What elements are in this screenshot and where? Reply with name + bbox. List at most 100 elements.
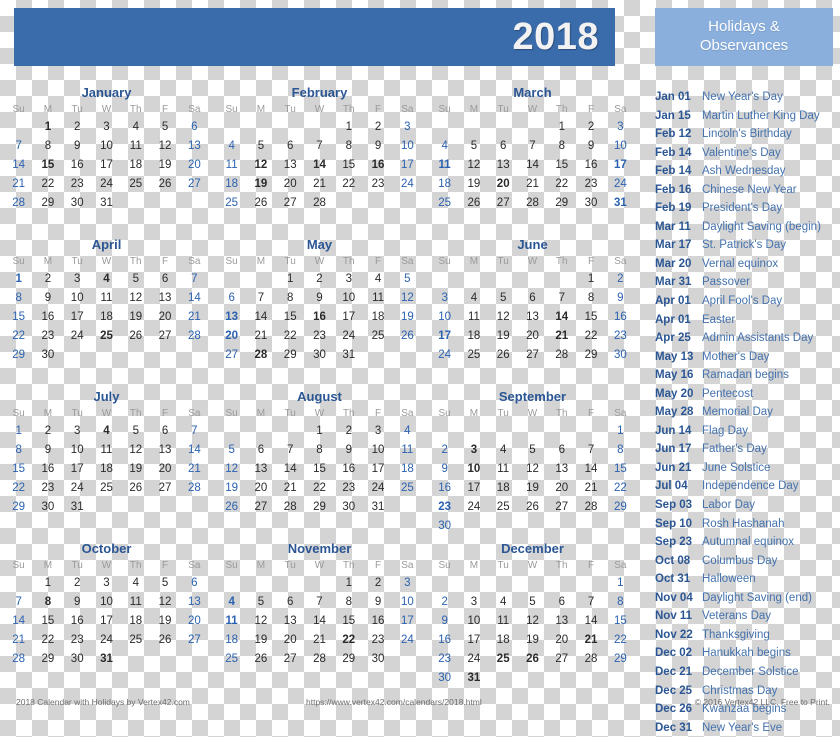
- day-cell: 31: [613, 196, 627, 209]
- day-cell: 15: [342, 158, 356, 171]
- day-cell: 8: [617, 595, 624, 608]
- day-cell: 30: [41, 348, 55, 361]
- day-cell: 9: [587, 139, 595, 152]
- day-cell: 28: [584, 652, 598, 665]
- weekday-header-sa: Sa: [614, 408, 627, 419]
- day-cell: 23: [41, 481, 55, 494]
- day-cell-empty: [459, 117, 488, 136]
- day-cell-empty: [547, 421, 576, 440]
- holiday-date: Jul 04: [655, 480, 688, 493]
- day-cell-empty: [217, 117, 246, 136]
- week-row: 1 2 3 4 5: [217, 269, 422, 288]
- day-cell: 18: [438, 177, 452, 190]
- day-cell: 21: [584, 633, 598, 646]
- week-row: 20 21 22 23 24 25 26: [217, 326, 422, 345]
- day-cell: 27: [496, 196, 510, 209]
- day-cell: 3: [404, 120, 411, 133]
- holiday-list-item: Mar 17 St. Patrick's Day: [655, 236, 840, 255]
- day-cell-empty: [246, 421, 275, 440]
- week-row: 13 14 15 16 17 18 19: [217, 307, 422, 326]
- week-row: 14 15 16 17 18 19 20: [4, 611, 209, 630]
- day-cell: 23: [371, 633, 385, 646]
- day-cell: 29: [12, 348, 26, 361]
- day-cell: 13: [283, 614, 297, 627]
- week-row: 23 24 25 26 27 28 29: [430, 649, 635, 668]
- day-cell: 10: [400, 139, 414, 152]
- day-cell: 10: [371, 443, 385, 456]
- day-cell: 7: [287, 443, 294, 456]
- weekday-header-tu: Tu: [71, 560, 83, 571]
- day-cell: 23: [342, 481, 356, 494]
- day-cell: 6: [228, 291, 235, 304]
- weekday-header-sa: Sa: [188, 104, 201, 115]
- day-cell: 8: [345, 595, 352, 608]
- day-cell: 15: [555, 158, 569, 171]
- day-cell: 14: [187, 291, 201, 304]
- week-row: 16 17 18 19 20 21 22: [430, 478, 635, 497]
- weekday-header-row: Su M Tu W Th F Sa: [4, 102, 209, 117]
- day-cell: 18: [100, 310, 113, 323]
- day-cell: 24: [342, 329, 356, 342]
- day-cell: 28: [187, 329, 201, 342]
- day-cell: 5: [132, 424, 139, 437]
- footer-source-url[interactable]: https://www.vertex42.com/calendars/2018.…: [306, 697, 482, 707]
- weekday-header-f: F: [587, 104, 595, 115]
- day-cell: 23: [438, 500, 452, 513]
- weekday-header-w: W: [527, 104, 538, 115]
- day-cell: 1: [287, 272, 294, 285]
- day-cell: 13: [158, 291, 172, 304]
- holiday-list-item: Jun 21 June Solstice: [655, 459, 840, 478]
- day-cell: 24: [100, 633, 113, 646]
- calendar-page: 2018 Holidays & Observances January Su M Tu…: [0, 0, 840, 734]
- day-cell: 15: [12, 462, 26, 475]
- day-cell: 26: [254, 196, 268, 209]
- day-cell: 25: [496, 652, 510, 665]
- weekday-header-m: M: [469, 408, 479, 419]
- day-cell: 19: [158, 158, 172, 171]
- holiday-date: Apr 01: [655, 295, 691, 308]
- day-cell: 16: [613, 310, 627, 323]
- day-cell: 26: [467, 196, 481, 209]
- day-cell: 17: [100, 614, 113, 627]
- holiday-list-item: May 20 Pentecost: [655, 385, 840, 404]
- holiday-name: Chinese New Year: [702, 183, 797, 196]
- month-day-grid: Su M Tu W Th F Sa 1 2 3 4 5 6 7 8 9 10 11 12 13 14 15 16 17 18 19…: [4, 254, 209, 364]
- holiday-name: Hanukkah begins: [702, 647, 791, 660]
- month-name: September: [498, 389, 567, 404]
- day-cell: 22: [313, 481, 326, 494]
- holiday-date: Nov 11: [655, 610, 693, 623]
- day-cell: 5: [161, 120, 169, 133]
- day-cell: 7: [15, 139, 22, 152]
- day-cell-empty: [459, 269, 488, 288]
- day-cell: 26: [129, 329, 143, 342]
- day-cell-empty: [63, 345, 92, 364]
- week-row: 22 23 24 25 26 27 28: [4, 326, 209, 345]
- weekday-header-row: Su M Tu W Th F Sa: [430, 558, 635, 573]
- weekday-header-w: W: [101, 104, 112, 115]
- day-cell: 23: [41, 329, 55, 342]
- week-row: 1 2 3 4 5 6: [4, 573, 209, 592]
- week-row: 10 11 12 13 14 15 16: [430, 307, 635, 326]
- month-day-grid: Su M Tu W Th F Sa 1 2 3 4 5 6 7 8 9 10 11 12 13 14 15 16 17 18 19…: [217, 102, 422, 212]
- week-row: 5 6 7 8 9 10 11: [217, 440, 422, 459]
- holiday-name: June Solstice: [702, 461, 771, 474]
- holiday-date: Mar 31: [655, 276, 692, 289]
- holiday-name: Valentine's Day: [702, 146, 781, 159]
- holiday-list-item: Nov 04 Daylight Saving (end): [655, 589, 840, 608]
- weekday-header-th: Th: [129, 256, 142, 267]
- day-cell: 11: [497, 614, 510, 627]
- day-cell: 20: [187, 614, 201, 627]
- day-cell: 27: [283, 196, 297, 209]
- weekday-header-row: Su M Tu W Th F Sa: [430, 406, 635, 421]
- day-cell: 6: [529, 291, 536, 304]
- week-row: 16 17 18 19 20 21 22: [430, 630, 635, 649]
- day-cell: 29: [12, 500, 26, 513]
- day-cell: 18: [100, 462, 113, 475]
- day-cell: 6: [191, 120, 198, 133]
- month-block-december: December Su M Tu W Th F Sa 1 2 3 4 5 6 7 8 9 10 11 12 13 14 15…: [426, 540, 639, 692]
- day-cell: 5: [470, 139, 478, 152]
- day-cell: 25: [129, 177, 143, 190]
- day-cell: 25: [371, 329, 385, 342]
- month-name: June: [517, 237, 548, 252]
- weekday-header-w: W: [101, 256, 112, 267]
